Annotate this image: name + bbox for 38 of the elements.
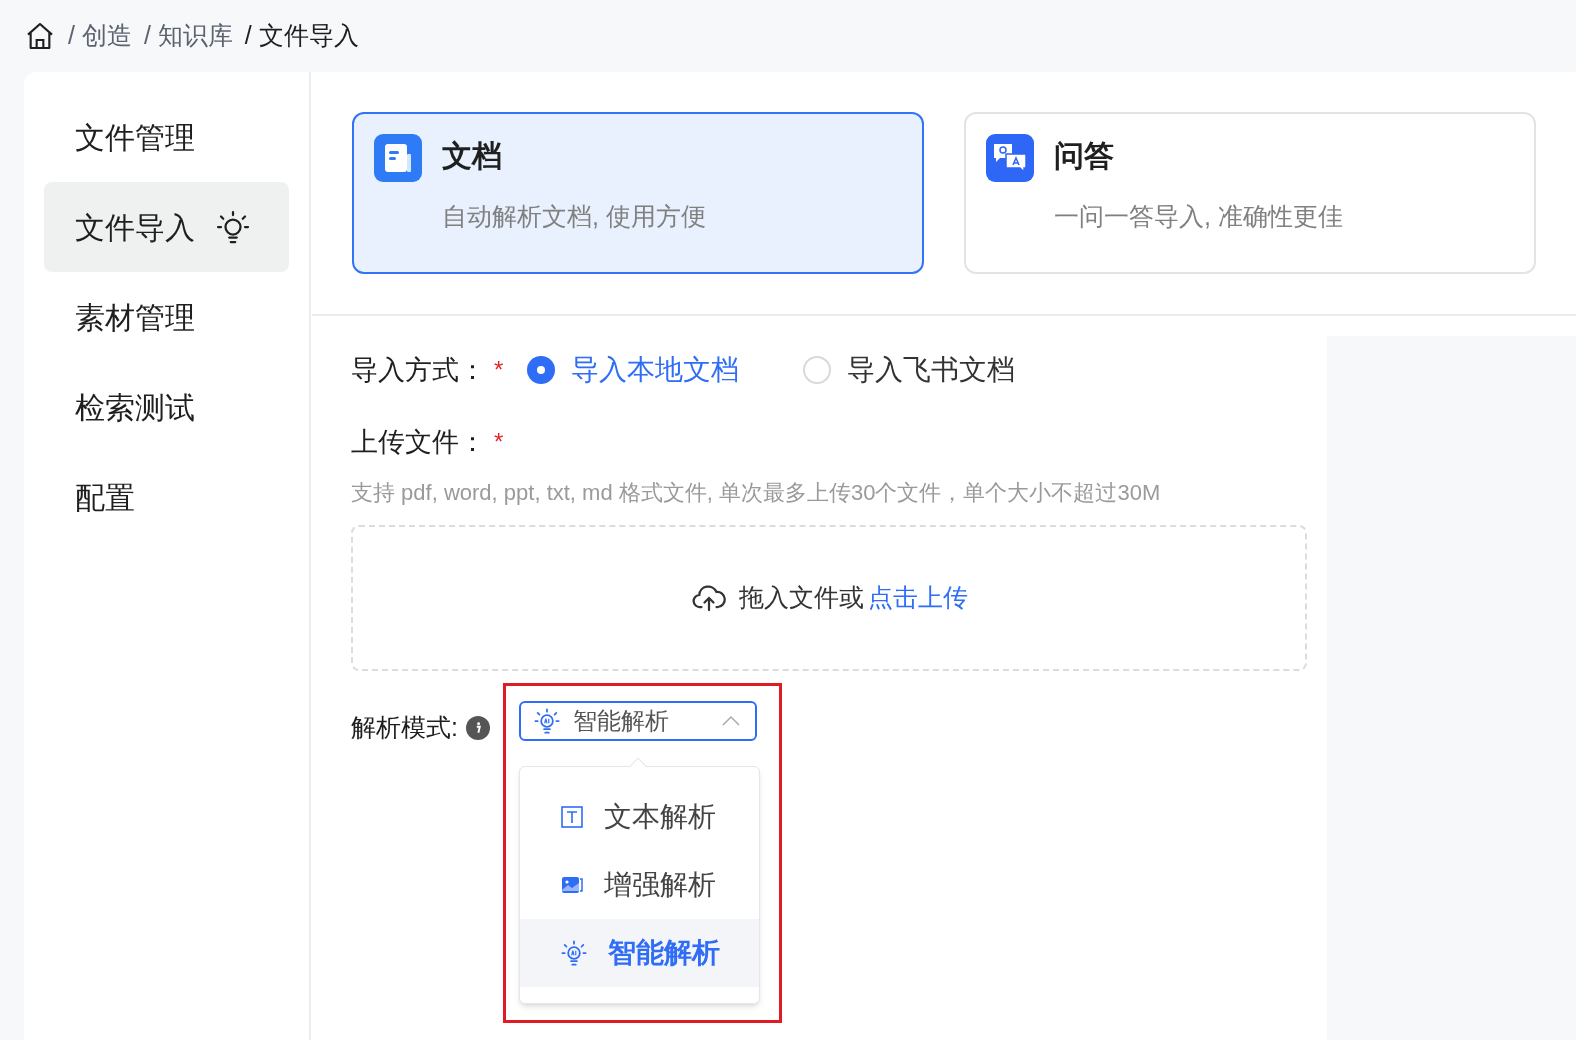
card-description: 自动解析文档, 使用方便	[442, 201, 706, 232]
card-title: 文档	[442, 138, 503, 174]
card-title: 问答	[1054, 138, 1115, 174]
breadcrumb-link[interactable]: / 创造	[68, 17, 132, 55]
ai-bulb-icon	[533, 707, 561, 735]
form-label: 解析模式:	[351, 712, 458, 743]
sidebar-item[interactable]: 配置	[44, 452, 289, 542]
type-card[interactable]: 问答 一问一答导入, 准确性更佳	[964, 112, 1536, 274]
dropdown-option[interactable]: 智能解析	[520, 919, 759, 987]
card-description: 一问一答导入, 准确性更佳	[1054, 201, 1343, 232]
sidebar-item[interactable]: 文件管理	[44, 92, 289, 182]
ai-bulb-icon	[560, 939, 588, 967]
upload-link[interactable]: 点击上传	[867, 579, 968, 617]
dropdown-option[interactable]: 增强解析	[520, 851, 759, 919]
sidebar-item[interactable]: 素材管理	[44, 272, 289, 362]
required-asterisk: *	[494, 427, 504, 457]
dropzone-text: 拖入文件或	[738, 582, 864, 614]
text-box-icon	[560, 805, 584, 829]
upload-hint: 支持 pdf, word, ppt, txt, md 格式文件, 单次最多上传30个文件，单个大小不超过30M	[351, 479, 1162, 507]
form-label: 上传文件：	[351, 425, 486, 459]
parse-mode-select[interactable]: 智能解析	[519, 701, 757, 741]
question-answer-icon	[986, 134, 1034, 182]
breadcrumb-link[interactable]: / 文件导入	[244, 17, 359, 55]
radio-button[interactable]	[803, 356, 832, 384]
required-asterisk: *	[494, 355, 504, 385]
bulb-icon	[215, 209, 251, 245]
radio-button[interactable]	[527, 356, 556, 384]
radio-option[interactable]: 导入本地文档	[527, 349, 740, 391]
sidebar-item[interactable]: 文件导入	[44, 182, 289, 272]
type-card[interactable]: 文档 自动解析文档, 使用方便	[352, 112, 924, 274]
breadcrumb-link[interactable]: / 知识库	[143, 17, 233, 55]
info-icon[interactable]	[465, 715, 490, 740]
dropdown-option[interactable]: 文本解析	[520, 783, 759, 851]
upload-dropzone[interactable]: 拖入文件或 点击上传	[351, 525, 1307, 671]
sidebar-item[interactable]: 检索测试	[44, 362, 289, 452]
document-icon	[374, 134, 422, 182]
form-label: 导入方式：	[351, 353, 486, 387]
radio-option[interactable]: 导入飞书文档	[803, 349, 1016, 391]
